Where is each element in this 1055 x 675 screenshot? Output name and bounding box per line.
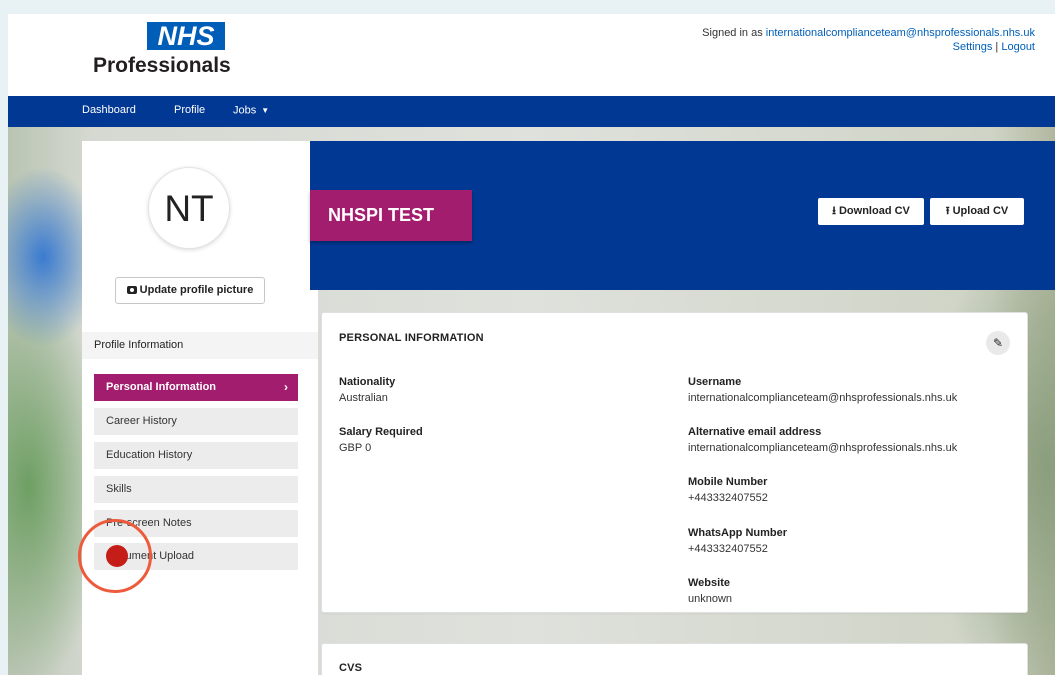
field-label: Nationality — [339, 376, 396, 388]
sidebar-item-label: Education History — [106, 449, 193, 461]
download-icon: ⭳ — [832, 205, 836, 217]
field-label: WhatsApp Number — [688, 527, 787, 539]
personal-information-card: PERSONAL INFORMATION ✎ Nationality Austr… — [321, 312, 1028, 613]
field-label: Salary Required — [339, 426, 423, 438]
field-value: +443332407552 — [688, 492, 768, 504]
settings-link[interactable]: Settings — [953, 41, 993, 53]
click-indicator-dot — [106, 545, 128, 567]
field-mobile-number: Mobile Number +443332407552 — [688, 474, 768, 506]
chevron-right-icon: › — [284, 380, 288, 394]
logout-link[interactable]: Logout — [1001, 41, 1035, 53]
signed-in-prefix: Signed in as — [702, 27, 763, 39]
profile-banner: NHSPI TEST ⭳ Download CV ⭱ Upload CV — [310, 141, 1055, 290]
sidebar-item-education-history[interactable]: Education History — [94, 442, 298, 469]
field-label: Website — [688, 577, 730, 589]
field-alternative-email: Alternative email address internationalc… — [688, 424, 957, 456]
camera-icon — [126, 286, 137, 294]
field-value: Australian — [339, 392, 388, 404]
field-label: Alternative email address — [688, 426, 822, 438]
nav-jobs-dropdown[interactable]: Jobs ▼ — [233, 96, 269, 127]
update-profile-picture-button[interactable]: Update profile picture — [115, 277, 265, 304]
logo-wordmark: Professionals — [93, 54, 231, 77]
caret-down-icon: ▼ — [261, 106, 270, 115]
nav-dashboard-label: Dashboard — [82, 104, 136, 116]
cvs-card: CVS — [321, 643, 1028, 675]
field-label: Username — [688, 376, 742, 388]
cvs-card-title: CVS — [339, 662, 363, 674]
sidebar-item-label: Career History — [106, 415, 177, 427]
sidebar-item-career-history[interactable]: Career History — [94, 408, 298, 435]
card-title: PERSONAL INFORMATION — [339, 332, 484, 344]
download-cv-label: Download CV — [838, 205, 910, 217]
sidebar-item-label: Personal Information — [106, 381, 217, 393]
field-value: GBP 0 — [339, 442, 372, 454]
profile-name: NHSPI TEST — [310, 190, 472, 241]
profile-sidebar: NT Update profile picture Profile Inform… — [82, 141, 318, 675]
sidebar-item-skills[interactable]: Skills — [94, 476, 298, 503]
update-profile-picture-label: Update profile picture — [139, 284, 254, 296]
sidebar-item-label: Skills — [106, 483, 132, 495]
sidebar-item-personal-information[interactable]: Personal Information › — [94, 374, 298, 401]
field-whatsapp-number: WhatsApp Number +443332407552 — [688, 525, 787, 557]
avatar: NT — [148, 167, 230, 249]
browser-viewport: NHS Professionals Signed in as internati… — [8, 14, 1055, 675]
nav-dashboard[interactable]: Dashboard — [82, 96, 136, 127]
profile-information-heading: Profile Information — [82, 332, 318, 359]
download-cv-button[interactable]: ⭳ Download CV — [818, 198, 924, 225]
signed-in-info: Signed in as internationalcomplianceteam… — [702, 26, 1035, 54]
field-value: internationalcomplianceteam@nhsprofessio… — [688, 392, 958, 404]
nhs-logo-mark: NHS — [147, 22, 225, 50]
field-nationality: Nationality Australian — [339, 374, 395, 406]
field-salary-required: Salary Required GBP 0 — [339, 424, 423, 456]
edit-pencil-icon[interactable]: ✎ — [986, 331, 1010, 355]
field-website: Website unknown — [688, 575, 732, 607]
upload-cv-label: Upload CV — [952, 205, 1009, 217]
upload-cv-button[interactable]: ⭱ Upload CV — [930, 198, 1024, 225]
field-label: Mobile Number — [688, 476, 768, 488]
main-navigation: Dashboard Profile Jobs ▼ — [8, 96, 1055, 127]
signed-in-email-link[interactable]: internationalcomplianceteam@nhsprofessio… — [766, 27, 1035, 39]
field-value: +443332407552 — [688, 543, 768, 555]
link-separator: | — [995, 41, 999, 53]
field-value: unknown — [688, 593, 733, 605]
field-value: internationalcomplianceteam@nhsprofessio… — [688, 442, 958, 454]
nhs-professionals-logo[interactable]: NHS Professionals — [90, 22, 231, 84]
field-username: Username internationalcomplianceteam@nhs… — [688, 374, 957, 406]
site-header: NHS Professionals Signed in as internati… — [8, 14, 1055, 96]
nav-profile[interactable]: Profile — [174, 96, 205, 127]
upload-icon: ⭱ — [945, 205, 950, 217]
nav-jobs-label: Jobs — [233, 104, 257, 117]
nav-profile-label: Profile — [174, 104, 206, 116]
